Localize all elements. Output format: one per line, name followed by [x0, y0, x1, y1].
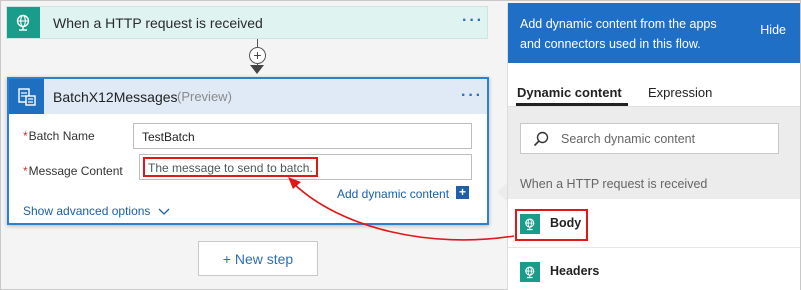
- batch-name-input[interactable]: TestBatch: [133, 123, 472, 149]
- search-icon: [533, 131, 549, 147]
- dynamic-content-panel: Add dynamic content from the apps and co…: [507, 3, 800, 290]
- batch-action-card[interactable]: BatchX12Messages (Preview) ··· *Batch Na…: [7, 77, 489, 225]
- search-area: Search dynamic content: [508, 107, 800, 167]
- message-content-input[interactable]: The message to send to batch.: [139, 154, 472, 180]
- section-header[interactable]: When a HTTP request is received: [508, 167, 800, 199]
- dynamic-item-headers[interactable]: Headers: [508, 254, 800, 290]
- http-request-globe-icon: [520, 262, 540, 282]
- action-title: BatchX12Messages: [53, 89, 178, 105]
- preview-badge: (Preview): [177, 89, 232, 104]
- panel-header-text: Add dynamic content from the apps and co…: [520, 17, 717, 51]
- panel-pointer: [497, 183, 507, 201]
- required-marker: *: [23, 129, 28, 143]
- trigger-title: When a HTTP request is received: [53, 15, 263, 31]
- message-content-highlight: The message to send to batch.: [143, 157, 318, 177]
- new-step-button[interactable]: + New step: [198, 241, 318, 276]
- message-content-label: *Message Content: [23, 164, 123, 178]
- panel-header: Add dynamic content from the apps and co…: [508, 3, 800, 63]
- search-placeholder: Search dynamic content: [561, 132, 696, 146]
- add-dynamic-content-link[interactable]: Add dynamic content: [337, 187, 449, 201]
- connector-line-top: [257, 39, 258, 47]
- tab-expression[interactable]: Expression: [648, 85, 712, 100]
- batch-name-label: *Batch Name: [23, 129, 95, 143]
- action-more-options-button[interactable]: ···: [461, 87, 483, 105]
- hide-panel-button[interactable]: Hide: [760, 23, 786, 37]
- insert-step-button[interactable]: +: [249, 47, 266, 64]
- show-advanced-options-link[interactable]: Show advanced options: [23, 204, 170, 218]
- action-header[interactable]: BatchX12Messages (Preview) ···: [9, 79, 487, 114]
- required-marker: *: [23, 164, 28, 178]
- http-request-globe-icon: [7, 7, 40, 38]
- arrow-down-icon: [250, 65, 264, 74]
- item-divider: [508, 247, 800, 248]
- dynamic-item-label: Headers: [550, 264, 600, 278]
- trigger-card[interactable]: When a HTTP request is received ···: [6, 6, 488, 39]
- chevron-down-icon: [158, 208, 170, 215]
- tab-dynamic-content[interactable]: Dynamic content: [517, 85, 622, 100]
- add-dynamic-plus-icon[interactable]: +: [456, 186, 469, 199]
- trigger-more-options-button[interactable]: ···: [462, 12, 484, 30]
- body-highlight-box: [515, 209, 588, 241]
- search-input[interactable]: Search dynamic content: [520, 123, 779, 154]
- batch-messages-icon: [9, 79, 44, 114]
